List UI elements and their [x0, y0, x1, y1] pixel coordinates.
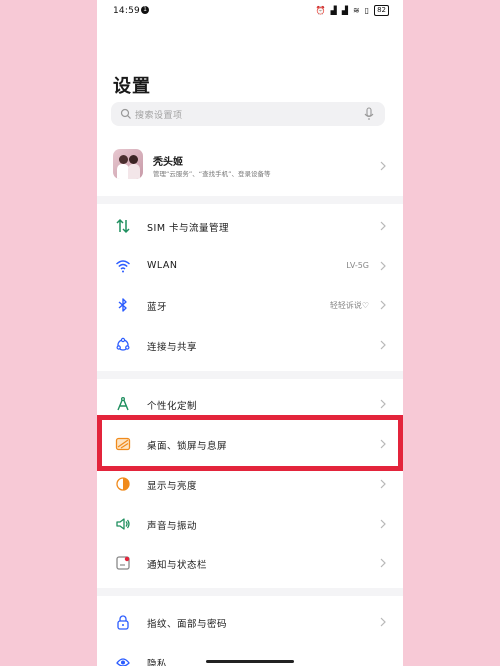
- settings-item-label: WLAN: [147, 260, 178, 271]
- highlight-box: [97, 415, 403, 471]
- settings-item-label: 蓝牙: [147, 302, 168, 313]
- search-icon: [120, 108, 131, 119]
- personalize-icon: [117, 397, 129, 411]
- signal-icon: ▟: [341, 6, 348, 15]
- home-indicator[interactable]: [206, 660, 294, 663]
- bluetooth-icon: [118, 298, 127, 312]
- wifi-icon: ≋: [352, 6, 360, 15]
- sim-data-icon: [116, 218, 130, 234]
- privacy-icon: [116, 658, 130, 666]
- brightness-icon: [116, 477, 130, 491]
- settings-item-bluetooth[interactable]: 蓝牙 轻轻诉说♡: [97, 286, 403, 324]
- profile-subtitle: 管理“云服务”、“查找手机”、登录设备等: [153, 170, 271, 178]
- settings-item-sound[interactable]: 声音与振动: [97, 505, 403, 543]
- search-bar[interactable]: 搜索设置项: [111, 102, 385, 126]
- wifi-icon: [116, 260, 130, 273]
- notification-badge: 1: [141, 6, 149, 14]
- sound-icon: [116, 518, 130, 530]
- chevron-right-icon: [380, 519, 386, 529]
- section-divider: [97, 371, 403, 379]
- battery-icon: 82: [374, 5, 389, 16]
- settings-item-label: 通知与状态栏: [147, 560, 208, 571]
- settings-item-notifications[interactable]: 通知与状态栏: [97, 544, 403, 582]
- chevron-right-icon: [380, 340, 386, 350]
- settings-item-label: 连接与共享: [147, 342, 198, 353]
- chevron-right-icon: [380, 399, 386, 409]
- settings-item-label: 声音与振动: [147, 521, 198, 532]
- search-input[interactable]: 搜索设置项: [135, 108, 183, 121]
- settings-item-label: 个性化定制: [147, 401, 198, 412]
- notification-icon: [116, 556, 130, 570]
- settings-item-wlan[interactable]: WLAN LV-5G: [97, 247, 403, 285]
- settings-item-connection[interactable]: 连接与共享: [97, 326, 403, 364]
- chevron-right-icon: [380, 161, 386, 171]
- microphone-icon[interactable]: [363, 107, 375, 121]
- alarm-icon: ⏰: [315, 6, 326, 15]
- section-divider: [97, 588, 403, 596]
- settings-item-value: LV-5G: [346, 261, 369, 270]
- settings-item-label: SIM 卡与流量管理: [147, 223, 230, 234]
- chevron-right-icon: [380, 617, 386, 627]
- status-time: 14:59: [113, 6, 140, 16]
- chevron-right-icon: [380, 221, 386, 231]
- page-title: 设置: [113, 76, 151, 97]
- settings-item-label: 隐私: [147, 659, 168, 666]
- settings-item-label: 指纹、面部与密码: [147, 619, 228, 630]
- chevron-right-icon: [380, 300, 386, 310]
- chevron-right-icon: [380, 558, 386, 568]
- vibrate-icon: ▯: [364, 6, 370, 15]
- avatar: [113, 149, 143, 179]
- share-connection-icon: [116, 337, 130, 351]
- settings-item-security[interactable]: 指纹、面部与密码: [97, 603, 403, 641]
- section-divider: [97, 196, 403, 204]
- status-bar: 14:59 1 ⏰ ▟ ▟ ≋ ▯ 82: [97, 0, 403, 24]
- settings-screen: 14:59 1 ⏰ ▟ ▟ ≋ ▯ 82 设置 搜索设置项 秃头姬 管理“云服务…: [97, 0, 403, 666]
- signal-icon: ▟: [330, 6, 337, 15]
- status-icons: ⏰ ▟ ▟ ≋ ▯ 82: [316, 5, 389, 16]
- profile-name: 秃头姬: [153, 157, 183, 168]
- lock-icon: [117, 615, 129, 630]
- settings-item-value: 轻轻诉说♡: [329, 301, 369, 310]
- account-profile-row[interactable]: 秃头姬 管理“云服务”、“查找手机”、登录设备等: [97, 144, 403, 188]
- chevron-right-icon: [380, 261, 386, 271]
- settings-item-label: 显示与亮度: [147, 481, 198, 492]
- chevron-right-icon: [380, 479, 386, 489]
- settings-item-sim[interactable]: SIM 卡与流量管理: [97, 207, 403, 245]
